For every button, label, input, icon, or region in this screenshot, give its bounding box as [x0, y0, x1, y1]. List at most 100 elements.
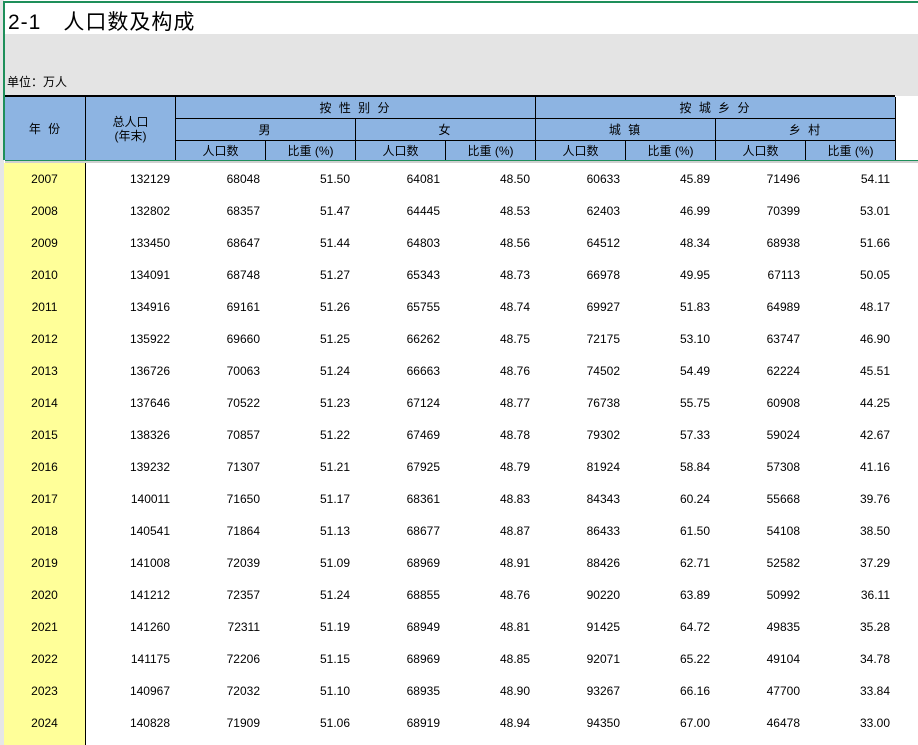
cell-female-population[interactable]: 66262 [355, 323, 440, 355]
cell-female-population[interactable]: 68919 [355, 707, 440, 739]
cell-total[interactable]: 132802 [85, 195, 170, 227]
cell-female-share[interactable]: 48.85 [445, 643, 530, 675]
cell-male-population[interactable]: 71307 [175, 451, 260, 483]
cell-urban-share[interactable]: 51.83 [625, 291, 710, 323]
cell-male-share[interactable]: 51.13 [265, 515, 350, 547]
cell-rural-share[interactable]: 33.84 [805, 675, 890, 707]
cell-rural-share[interactable]: 53.01 [805, 195, 890, 227]
cell-female-population[interactable]: 68855 [355, 579, 440, 611]
cell-year[interactable]: 2024 [4, 707, 85, 739]
cell-rural-share[interactable]: 45.51 [805, 355, 890, 387]
cell-year[interactable]: 2014 [4, 387, 85, 419]
cell-urban-share[interactable]: 48.34 [625, 227, 710, 259]
cell-male-share[interactable]: 51.15 [265, 643, 350, 675]
cell-male-population[interactable]: 71650 [175, 483, 260, 515]
cell-total[interactable]: 141008 [85, 547, 170, 579]
cell-total[interactable]: 139232 [85, 451, 170, 483]
cell-male-population[interactable]: 69660 [175, 323, 260, 355]
cell-rural-share[interactable]: 54.11 [805, 163, 890, 195]
cell-year[interactable]: 2007 [4, 163, 85, 195]
cell-total[interactable]: 136726 [85, 355, 170, 387]
cell-male-population[interactable]: 70857 [175, 419, 260, 451]
cell-rural-share[interactable]: 42.67 [805, 419, 890, 451]
cell-urban-share[interactable]: 65.22 [625, 643, 710, 675]
cell-female-share[interactable]: 48.53 [445, 195, 530, 227]
cell-urban-share[interactable]: 62.71 [625, 547, 710, 579]
cell-total[interactable]: 132129 [85, 163, 170, 195]
cell-rural-population[interactable]: 50992 [715, 579, 800, 611]
cell-female-population[interactable]: 68949 [355, 611, 440, 643]
cell-male-share[interactable]: 51.21 [265, 451, 350, 483]
cell-urban-share[interactable]: 55.75 [625, 387, 710, 419]
cell-female-share[interactable]: 48.76 [445, 355, 530, 387]
cell-male-share[interactable]: 51.24 [265, 579, 350, 611]
cell-male-population[interactable]: 69161 [175, 291, 260, 323]
cell-rural-population[interactable]: 57308 [715, 451, 800, 483]
cell-male-share[interactable]: 51.50 [265, 163, 350, 195]
cell-male-share[interactable]: 51.19 [265, 611, 350, 643]
cell-rural-share[interactable]: 51.66 [805, 227, 890, 259]
cell-year[interactable]: 2021 [4, 611, 85, 643]
cell-urban-population[interactable]: 76738 [535, 387, 620, 419]
cell-male-population[interactable]: 72206 [175, 643, 260, 675]
cell-female-share[interactable]: 48.77 [445, 387, 530, 419]
cell-rural-share[interactable]: 50.05 [805, 259, 890, 291]
cell-total[interactable]: 141175 [85, 643, 170, 675]
cell-urban-population[interactable]: 91425 [535, 611, 620, 643]
cell-female-population[interactable]: 66663 [355, 355, 440, 387]
cell-female-population[interactable]: 67469 [355, 419, 440, 451]
cell-female-population[interactable]: 67124 [355, 387, 440, 419]
cell-urban-share[interactable]: 58.84 [625, 451, 710, 483]
cell-rural-share[interactable]: 35.28 [805, 611, 890, 643]
cell-female-population[interactable]: 64445 [355, 195, 440, 227]
cell-female-population[interactable]: 68361 [355, 483, 440, 515]
cell-male-share[interactable]: 51.24 [265, 355, 350, 387]
cell-female-share[interactable]: 48.90 [445, 675, 530, 707]
cell-urban-population[interactable]: 86433 [535, 515, 620, 547]
cell-urban-share[interactable]: 57.33 [625, 419, 710, 451]
cell-rural-share[interactable]: 33.00 [805, 707, 890, 739]
cell-female-population[interactable]: 68677 [355, 515, 440, 547]
cell-rural-share[interactable]: 46.90 [805, 323, 890, 355]
cell-rural-population[interactable]: 49835 [715, 611, 800, 643]
cell-female-share[interactable]: 48.91 [445, 547, 530, 579]
cell-male-share[interactable]: 51.26 [265, 291, 350, 323]
cell-male-population[interactable]: 68647 [175, 227, 260, 259]
cell-rural-share[interactable]: 44.25 [805, 387, 890, 419]
cell-urban-population[interactable]: 66978 [535, 259, 620, 291]
cell-total[interactable]: 134916 [85, 291, 170, 323]
cell-male-population[interactable]: 72311 [175, 611, 260, 643]
cell-female-share[interactable]: 48.83 [445, 483, 530, 515]
cell-rural-population[interactable]: 64989 [715, 291, 800, 323]
cell-female-population[interactable]: 67925 [355, 451, 440, 483]
cell-male-population[interactable]: 68357 [175, 195, 260, 227]
cell-urban-share[interactable]: 61.50 [625, 515, 710, 547]
cell-rural-population[interactable]: 71496 [715, 163, 800, 195]
cell-urban-population[interactable]: 81924 [535, 451, 620, 483]
cell-urban-population[interactable]: 72175 [535, 323, 620, 355]
cell-year[interactable]: 2019 [4, 547, 85, 579]
cell-female-population[interactable]: 64803 [355, 227, 440, 259]
cell-urban-population[interactable]: 90220 [535, 579, 620, 611]
cell-male-share[interactable]: 51.47 [265, 195, 350, 227]
cell-male-population[interactable]: 68748 [175, 259, 260, 291]
cell-rural-share[interactable]: 48.17 [805, 291, 890, 323]
cell-urban-population[interactable]: 94350 [535, 707, 620, 739]
cell-male-population[interactable]: 68048 [175, 163, 260, 195]
cell-rural-share[interactable]: 37.29 [805, 547, 890, 579]
cell-urban-population[interactable]: 64512 [535, 227, 620, 259]
cell-male-population[interactable]: 70063 [175, 355, 260, 387]
cell-female-share[interactable]: 48.74 [445, 291, 530, 323]
cell-urban-share[interactable]: 67.00 [625, 707, 710, 739]
cell-rural-population[interactable]: 60908 [715, 387, 800, 419]
cell-urban-population[interactable]: 60633 [535, 163, 620, 195]
cell-year[interactable]: 2015 [4, 419, 85, 451]
cell-male-share[interactable]: 51.17 [265, 483, 350, 515]
cell-urban-share[interactable]: 53.10 [625, 323, 710, 355]
cell-female-share[interactable]: 48.76 [445, 579, 530, 611]
cell-urban-share[interactable]: 64.72 [625, 611, 710, 643]
cell-rural-share[interactable]: 41.16 [805, 451, 890, 483]
cell-year[interactable]: 2016 [4, 451, 85, 483]
cell-rural-share[interactable]: 36.11 [805, 579, 890, 611]
cell-year[interactable]: 2008 [4, 195, 85, 227]
